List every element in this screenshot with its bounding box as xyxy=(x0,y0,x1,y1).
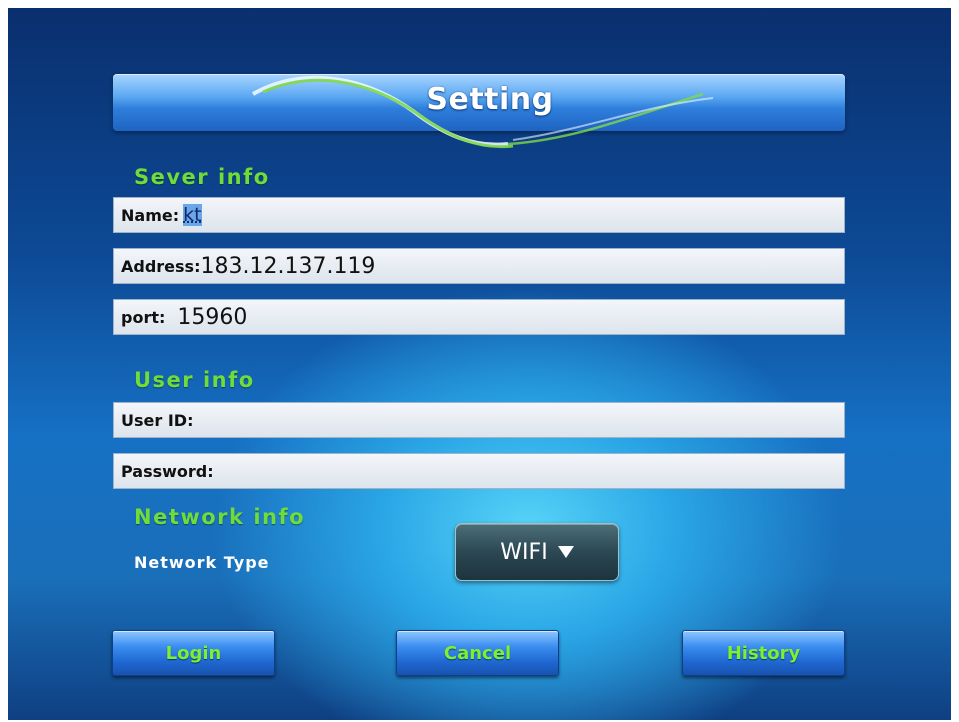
server-port-label: port: xyxy=(121,307,166,327)
password-field[interactable]: Password: xyxy=(113,453,845,489)
server-name-field[interactable]: Name: kt xyxy=(113,197,845,233)
title-banner: Setting xyxy=(113,74,845,131)
login-button-label: Login xyxy=(165,642,222,664)
login-button[interactable]: Login xyxy=(112,630,275,676)
network-info-heading: Network info xyxy=(134,505,306,529)
network-type-dropdown[interactable]: WIFI xyxy=(455,523,619,581)
server-port-value[interactable]: 15960 xyxy=(177,305,247,330)
server-address-value[interactable]: 183.12.137.119 xyxy=(200,254,375,279)
chevron-down-icon xyxy=(557,546,574,558)
user-info-heading: User info xyxy=(134,368,255,392)
history-button-label: History xyxy=(726,642,801,664)
server-name-value[interactable]: kt xyxy=(183,204,202,226)
cancel-button[interactable]: Cancel xyxy=(396,630,559,676)
server-address-label: Address: xyxy=(121,256,201,276)
history-button[interactable]: History xyxy=(682,630,845,676)
server-port-field[interactable]: port: 15960 xyxy=(113,299,845,335)
server-info-heading: Sever info xyxy=(134,165,270,189)
page-title: Setting xyxy=(426,82,554,117)
user-id-field[interactable]: User ID: xyxy=(113,402,845,438)
password-label: Password: xyxy=(121,461,214,481)
server-address-field[interactable]: Address: 183.12.137.119 xyxy=(113,248,845,284)
settings-screen: Setting Sever info Name: kt Address: 183… xyxy=(8,8,951,720)
server-name-label: Name: xyxy=(121,205,180,225)
network-type-value: WIFI xyxy=(500,539,548,565)
network-type-label: Network Type xyxy=(134,553,270,572)
user-id-label: User ID: xyxy=(121,410,194,430)
cancel-button-label: Cancel xyxy=(443,642,512,664)
